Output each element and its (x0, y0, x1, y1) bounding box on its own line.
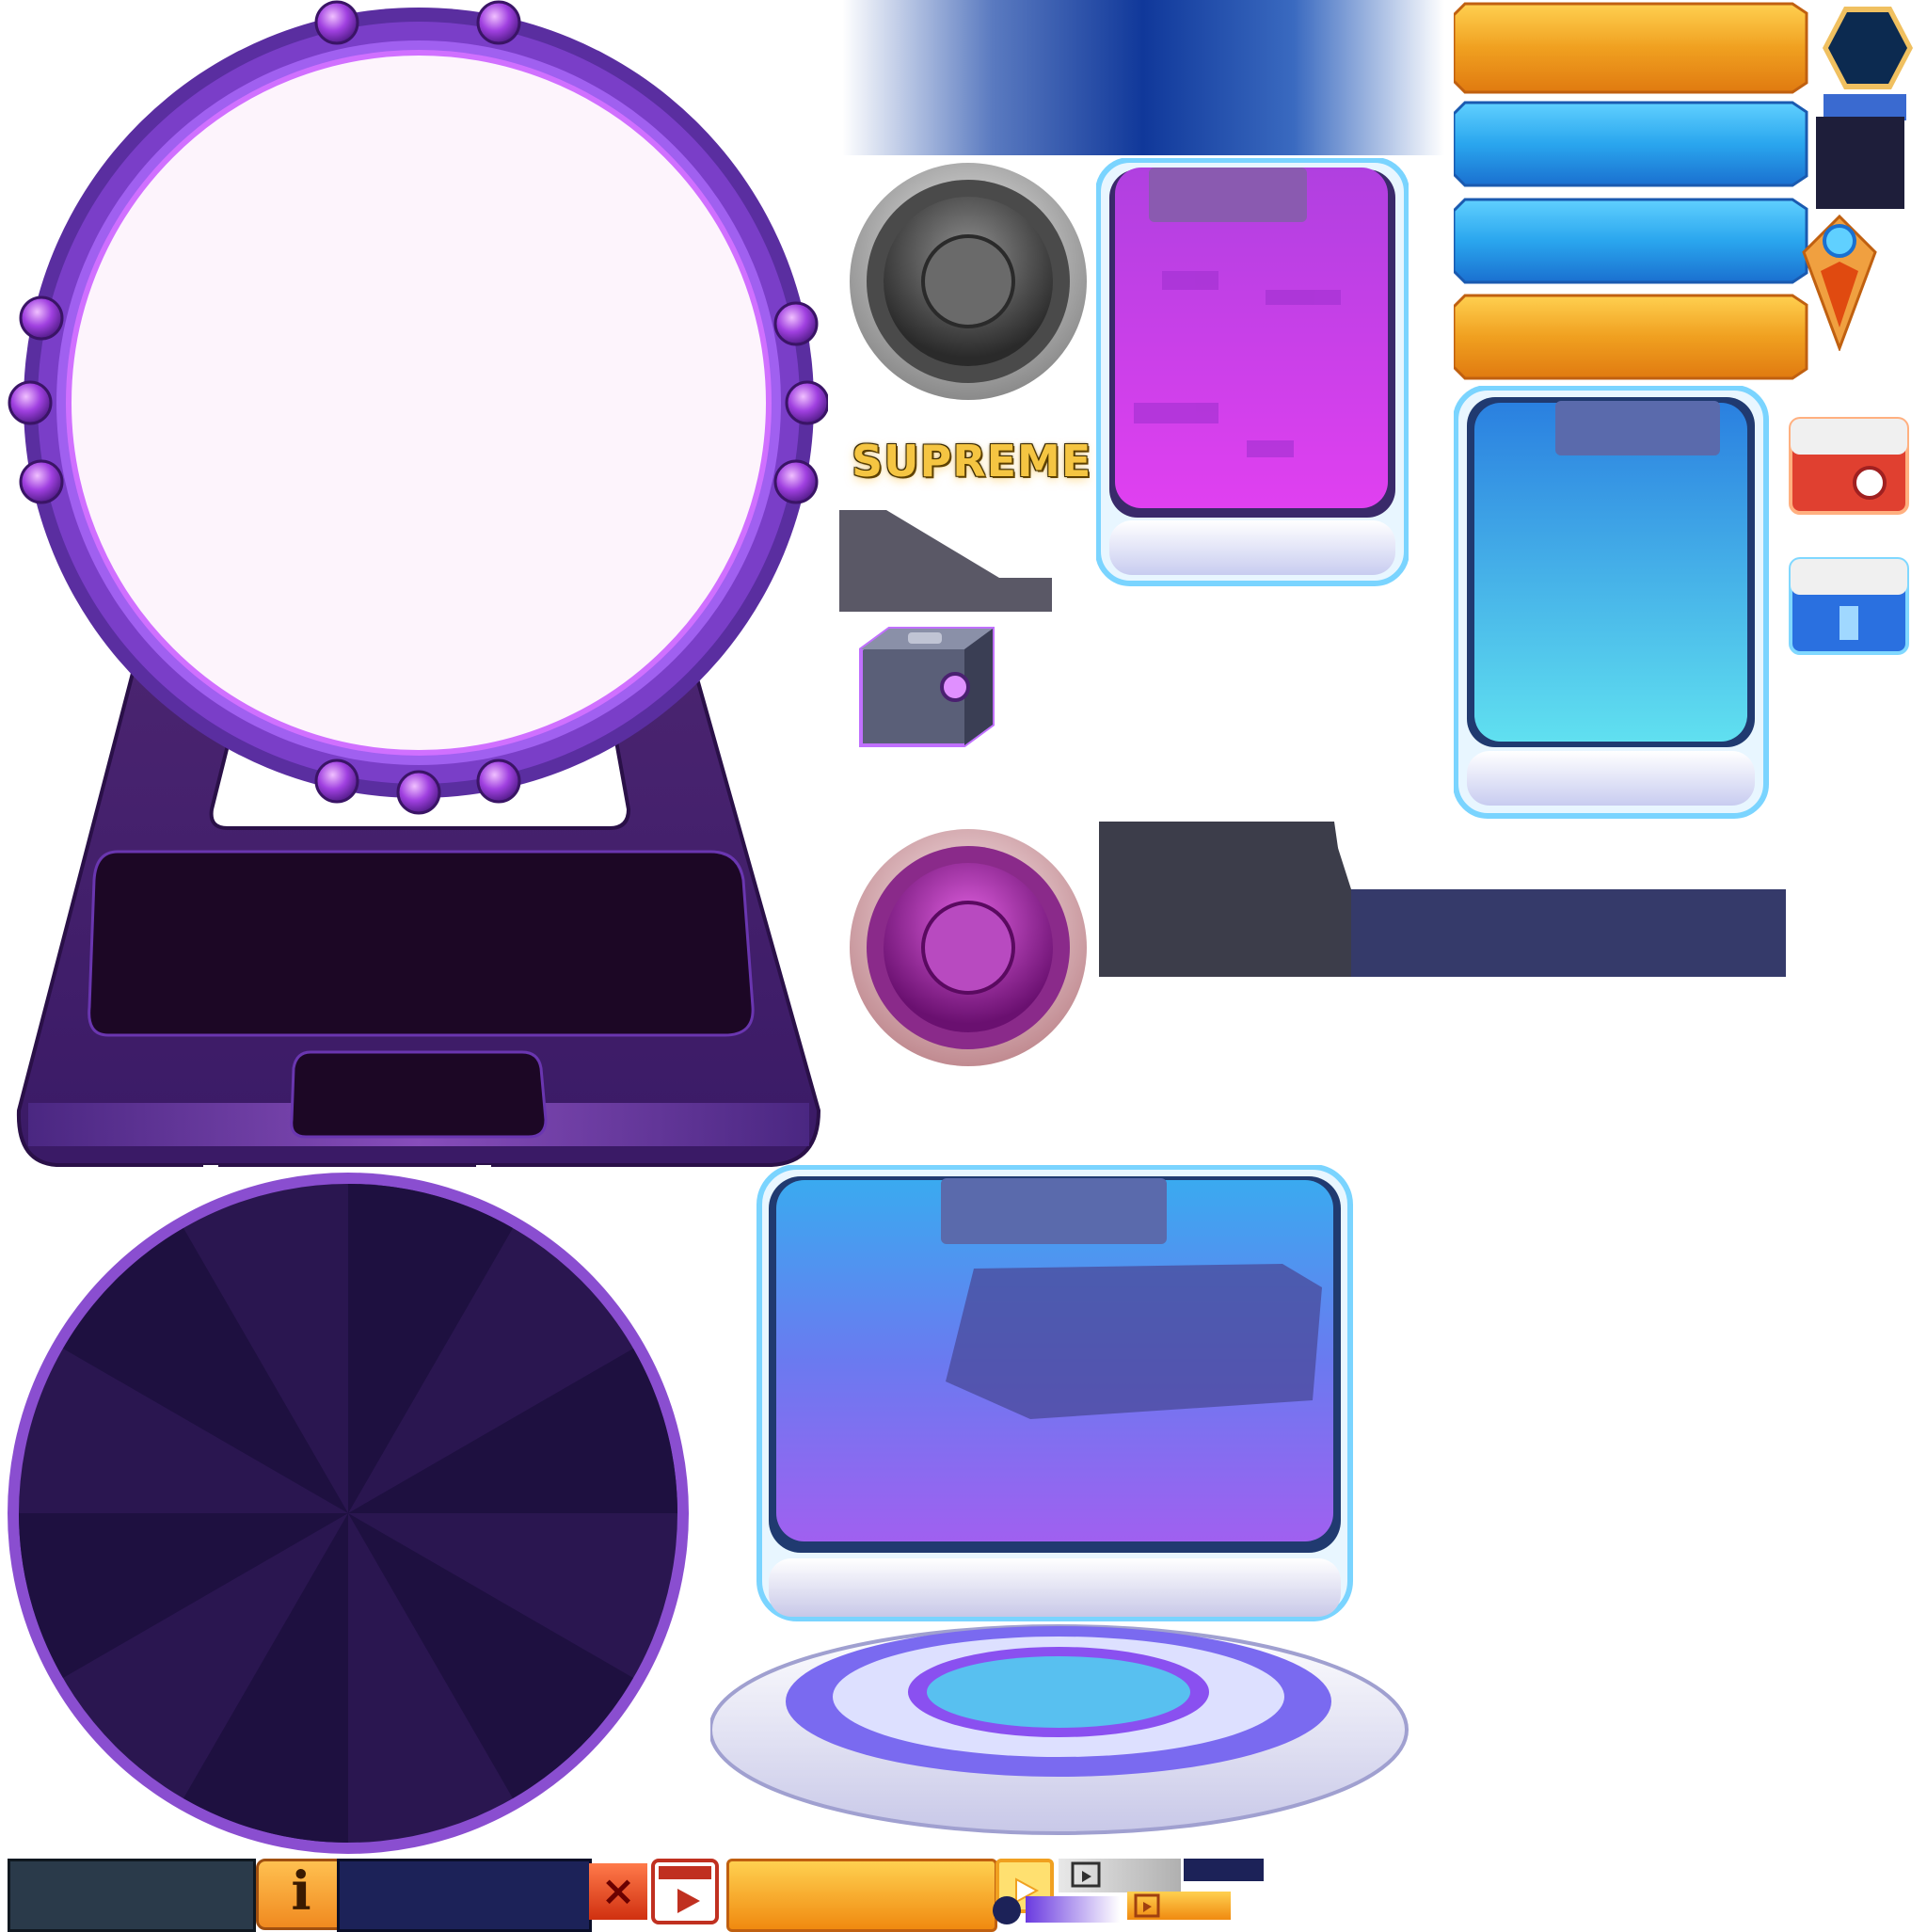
supreme-badge-label: SUPREME (852, 436, 1092, 487)
blue-banner-1 (1454, 101, 1808, 187)
purple-starburst-disc-icon (0, 1165, 696, 1854)
navy-bottom-panel (337, 1859, 592, 1932)
gold-wide-bar (726, 1859, 997, 1932)
navy-tab-panel (1816, 94, 1906, 209)
blue-holo-pedestal-icon (710, 1165, 1409, 1835)
slate-wedge-panel (839, 510, 1052, 612)
purple-card-frame (1096, 158, 1409, 586)
gray-round-button-icon (850, 163, 1087, 400)
purple-orb-frame-icon (8, 0, 828, 1167)
info-icon[interactable]: i (259, 1859, 343, 1924)
gold-banner-1 (1454, 2, 1808, 94)
gold-banner-2 (1454, 294, 1808, 380)
navy-dot (993, 1896, 1021, 1924)
close-icon[interactable]: × (589, 1863, 647, 1920)
video-clapper-icon[interactable] (1134, 1893, 1160, 1918)
video-clapper-icon[interactable] (651, 1859, 719, 1924)
blue-gradient-strip (842, 0, 1444, 155)
purple-gradient-bar (1026, 1896, 1120, 1923)
red-crate-icon (1789, 417, 1909, 515)
navy-small-bar (1184, 1859, 1264, 1881)
pink-round-button-icon (850, 829, 1087, 1066)
map-pin-icon (1802, 215, 1877, 351)
blue-crate-icon (1789, 557, 1909, 655)
purple-crate-icon (859, 627, 995, 747)
blue-card-frame (1454, 386, 1769, 819)
slate-navy-bar-panel (1099, 822, 1786, 977)
hexagon-badge-icon (1823, 7, 1913, 89)
blue-banner-2 (1454, 198, 1808, 284)
slate-bottom-panel (8, 1859, 256, 1932)
video-clapper-icon[interactable] (1071, 1861, 1101, 1888)
